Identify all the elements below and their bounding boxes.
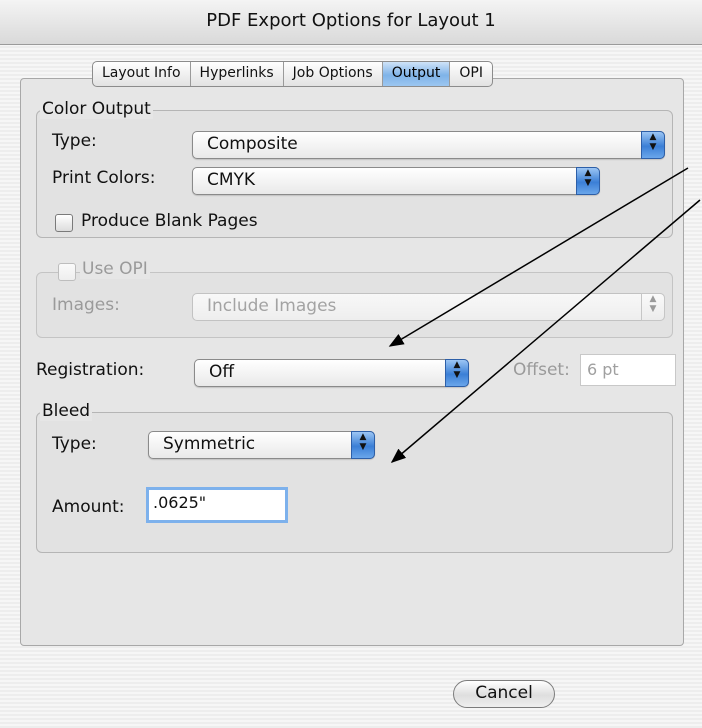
tab-opi[interactable]: OPI — [450, 62, 492, 86]
tab-output[interactable]: Output — [382, 62, 451, 86]
callout-arrow-registration — [388, 167, 689, 347]
tab-bar: Layout Info Hyperlinks Job Options Outpu… — [92, 61, 493, 87]
tab-hyperlinks[interactable]: Hyperlinks — [191, 62, 284, 86]
tab-layout-info[interactable]: Layout Info — [93, 62, 191, 86]
callout-arrow-bleed — [390, 199, 701, 463]
annotation-arrows — [388, 167, 701, 463]
tab-job-options[interactable]: Job Options — [284, 62, 383, 86]
